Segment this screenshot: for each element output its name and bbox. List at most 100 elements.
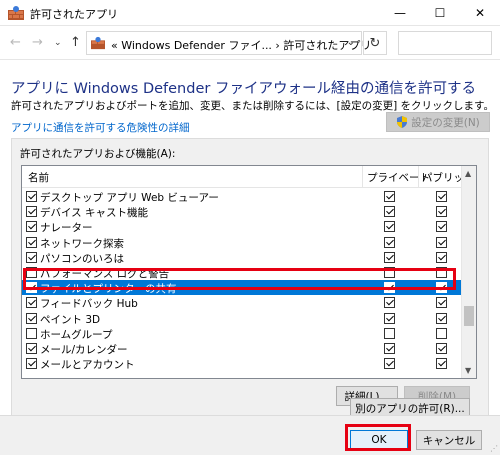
- public-checkbox[interactable]: [436, 282, 447, 294]
- maximize-button[interactable]: ☐: [420, 0, 460, 26]
- title-bar: 許可されたアプリ — ☐ ✕: [0, 0, 500, 26]
- refresh-button[interactable]: ↻: [363, 31, 387, 55]
- app-name: メール/カレンダー: [40, 343, 128, 356]
- recent-locations-button[interactable]: ⌄: [54, 38, 62, 48]
- column-divider[interactable]: [362, 166, 363, 188]
- close-button[interactable]: ✕: [460, 0, 500, 26]
- risk-info-link[interactable]: アプリに通信を許可する危険性の詳細: [11, 120, 190, 135]
- address-bar: ← → ⌄ ↑ « Windows Defender ファイ... › 許可され…: [0, 26, 500, 60]
- enable-checkbox[interactable]: [26, 358, 37, 370]
- search-input[interactable]: [398, 31, 492, 55]
- public-checkbox[interactable]: [436, 297, 447, 309]
- app-name: ペイント 3D: [40, 313, 101, 326]
- list-item[interactable]: デバイス キャスト機能: [22, 204, 462, 219]
- app-name: メールとアカウント: [40, 359, 135, 372]
- enable-checkbox[interactable]: [26, 312, 37, 324]
- firewall-icon: [8, 6, 24, 20]
- list-rows: デスクトップ アプリ Web ビューアー デバイス キャスト機能 ナレーター ネ…: [22, 189, 462, 371]
- private-checkbox[interactable]: [384, 358, 395, 370]
- list-item[interactable]: フィードバック Hub: [22, 295, 462, 310]
- list-item[interactable]: メールとアカウント: [22, 356, 462, 371]
- column-header-name[interactable]: 名前: [28, 170, 49, 185]
- column-divider[interactable]: [418, 166, 419, 188]
- list-item[interactable]: ナレーター: [22, 219, 462, 234]
- breadcrumb[interactable]: « Windows Defender ファイ... › 許可されたアプリ: [111, 37, 371, 53]
- private-checkbox[interactable]: [384, 282, 395, 294]
- instructions-text: 許可されたアプリおよびポートを追加、変更、または削除するには、[設定の変更] を…: [11, 100, 494, 112]
- list-item[interactable]: デスクトップ アプリ Web ビューアー: [22, 189, 462, 204]
- resize-grip-icon[interactable]: ⋰: [490, 444, 498, 453]
- list-item[interactable]: パソコンのいろは: [22, 250, 462, 265]
- allowed-apps-list[interactable]: 名前 プライベート パブリック デスクトップ アプリ Web ビューアー デバイ…: [21, 165, 477, 379]
- private-checkbox[interactable]: [384, 297, 395, 309]
- app-name: ファイルとプリンターの共有: [40, 283, 177, 296]
- public-checkbox[interactable]: [436, 221, 447, 233]
- main-content: アプリに Windows Defender ファイアウォール経由の通信を許可する…: [0, 60, 500, 436]
- enable-checkbox[interactable]: [26, 191, 37, 202]
- allow-another-app-label: 別のアプリの許可(R)...: [355, 402, 465, 415]
- column-header-private[interactable]: プライベート: [367, 170, 430, 185]
- cancel-label: キャンセル: [422, 434, 476, 447]
- public-checkbox[interactable]: [436, 358, 447, 370]
- private-checkbox[interactable]: [384, 236, 395, 248]
- cancel-button[interactable]: キャンセル: [416, 430, 482, 450]
- enable-checkbox[interactable]: [26, 282, 37, 294]
- uac-shield-icon: [397, 116, 408, 128]
- public-checkbox[interactable]: [436, 236, 447, 248]
- enable-checkbox[interactable]: [26, 297, 37, 309]
- public-checkbox[interactable]: [436, 206, 447, 218]
- list-item[interactable]: パフォーマンス ログと警告: [22, 265, 462, 280]
- scrollbar-thumb[interactable]: [464, 306, 474, 326]
- enable-checkbox[interactable]: [26, 236, 37, 248]
- ok-button[interactable]: OK: [350, 430, 408, 450]
- enable-checkbox[interactable]: [26, 251, 37, 263]
- scroll-down-icon[interactable]: ▼: [465, 366, 471, 375]
- private-checkbox[interactable]: [384, 342, 395, 354]
- list-item[interactable]: ペイント 3D: [22, 311, 462, 326]
- private-checkbox[interactable]: [384, 221, 395, 233]
- private-checkbox[interactable]: [384, 191, 395, 202]
- public-checkbox[interactable]: [436, 327, 447, 339]
- change-settings-button[interactable]: 設定の変更(N): [386, 112, 490, 132]
- dialog-footer: OK キャンセル ⋰: [0, 415, 500, 455]
- minimize-button[interactable]: —: [380, 0, 420, 26]
- app-name: パソコンのいろは: [40, 252, 124, 265]
- app-name: パフォーマンス ログと警告: [40, 267, 170, 280]
- app-name: デバイス キャスト機能: [40, 207, 149, 220]
- private-checkbox[interactable]: [384, 206, 395, 218]
- enable-checkbox[interactable]: [26, 342, 37, 354]
- app-name: フィードバック Hub: [40, 298, 138, 311]
- change-settings-label: 設定の変更(N): [411, 116, 480, 129]
- private-checkbox[interactable]: [384, 312, 395, 324]
- private-checkbox[interactable]: [384, 327, 395, 339]
- app-name: ホームグループ: [40, 328, 113, 341]
- public-checkbox[interactable]: [436, 251, 447, 263]
- public-checkbox[interactable]: [436, 266, 447, 278]
- list-item[interactable]: ホームグループ: [22, 326, 462, 341]
- window-title: 許可されたアプリ: [30, 8, 118, 21]
- vertical-scrollbar[interactable]: ▲ ▼: [461, 166, 476, 378]
- private-checkbox[interactable]: [384, 266, 395, 278]
- address-field[interactable]: « Windows Defender ファイ... › 許可されたアプリ ⌄: [86, 31, 371, 55]
- chevron-down-icon[interactable]: ⌄: [347, 37, 355, 48]
- allowed-apps-label: 許可されたアプリおよび機能(A):: [20, 148, 176, 160]
- scroll-up-icon[interactable]: ▲: [465, 169, 471, 178]
- enable-checkbox[interactable]: [26, 266, 37, 278]
- forward-button[interactable]: →: [32, 35, 43, 50]
- app-name: デスクトップ アプリ Web ビューアー: [40, 192, 219, 204]
- public-checkbox[interactable]: [436, 312, 447, 324]
- list-item[interactable]: メール/カレンダー: [22, 341, 462, 356]
- enable-checkbox[interactable]: [26, 327, 37, 339]
- list-item-selected[interactable]: ファイルとプリンターの共有: [22, 280, 462, 296]
- app-name: ネットワーク探索: [40, 237, 124, 250]
- public-checkbox[interactable]: [436, 342, 447, 354]
- enable-checkbox[interactable]: [26, 221, 37, 233]
- public-checkbox[interactable]: [436, 191, 447, 202]
- private-checkbox[interactable]: [384, 251, 395, 263]
- enable-checkbox[interactable]: [26, 206, 37, 218]
- back-button[interactable]: ←: [10, 35, 21, 50]
- list-header: 名前 プライベート パブリック: [22, 166, 475, 188]
- list-item[interactable]: ネットワーク探索: [22, 235, 462, 250]
- ok-label: OK: [371, 434, 387, 446]
- up-button[interactable]: ↑: [70, 35, 81, 50]
